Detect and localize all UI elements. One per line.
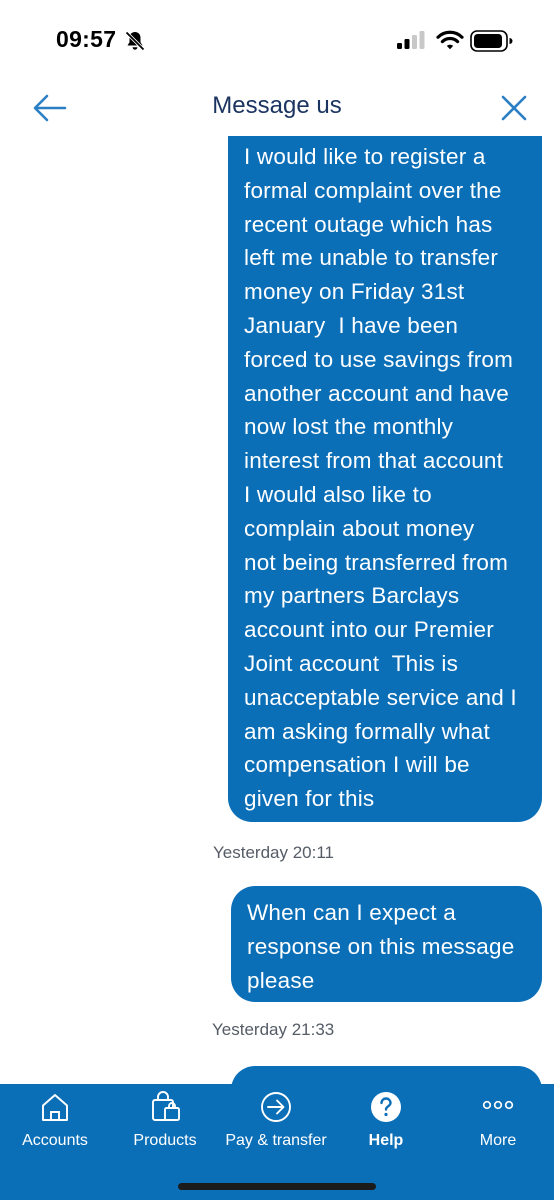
status-time: 09:57 bbox=[56, 26, 117, 52]
battery-icon bbox=[470, 30, 513, 52]
message-timestamp: Yesterday 20:11 bbox=[213, 843, 334, 862]
bell-muted-icon bbox=[125, 31, 145, 51]
home-icon bbox=[42, 1094, 68, 1121]
cellular-signal-icon bbox=[397, 31, 425, 49]
nav-label-products: Products bbox=[133, 1132, 197, 1149]
nav-label-more: More bbox=[479, 1132, 517, 1149]
close-button[interactable] bbox=[494, 88, 534, 128]
nav-item-help[interactable]: Help bbox=[346, 1084, 426, 1168]
sent-message-bubble: I would like to register a formal compla… bbox=[228, 136, 542, 822]
message-thread[interactable]: I would like to register a formal compla… bbox=[0, 136, 554, 1084]
close-icon bbox=[501, 95, 527, 121]
arrow-circle-icon bbox=[261, 1092, 291, 1122]
nav-label-accounts: Accounts bbox=[22, 1132, 88, 1149]
sent-message-bubble: When can I expect a response on this mes… bbox=[231, 886, 542, 1002]
home-indicator bbox=[178, 1183, 376, 1190]
more-dots-icon bbox=[482, 1100, 514, 1110]
wifi-icon bbox=[436, 30, 464, 50]
nav-item-more[interactable]: More bbox=[458, 1084, 538, 1168]
nav-label-help: Help bbox=[368, 1132, 404, 1149]
status-bar: 09:57 bbox=[0, 0, 554, 80]
nav-item-accounts[interactable]: Accounts bbox=[10, 1084, 100, 1168]
header-bar: Message us bbox=[0, 80, 554, 136]
nav-label-pay-transfer: Pay & transfer bbox=[225, 1132, 327, 1149]
message-timestamp: Yesterday 21:33 bbox=[212, 1020, 335, 1039]
page-title: Message us bbox=[212, 92, 342, 119]
nav-item-pay-transfer[interactable]: Pay & transfer bbox=[220, 1084, 332, 1168]
nav-item-products[interactable]: Products bbox=[120, 1084, 210, 1168]
question-circle-icon bbox=[371, 1092, 401, 1122]
sent-message-bubble-partial bbox=[231, 1066, 542, 1084]
shopping-bag-icon bbox=[152, 1091, 180, 1121]
